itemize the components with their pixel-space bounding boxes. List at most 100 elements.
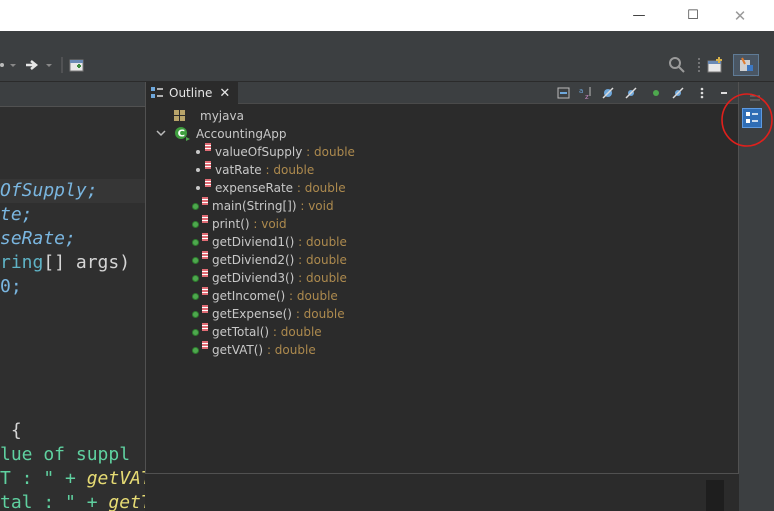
code-line: { [0, 419, 22, 443]
static-overlay-icon [205, 179, 211, 187]
member-name: getExpense() [212, 307, 292, 321]
search-icon[interactable] [668, 56, 686, 74]
static-overlay-icon [202, 233, 208, 241]
code-token: ring [0, 252, 44, 273]
tab-outline[interactable]: Outline ✕ [146, 82, 238, 104]
member-type: : void [249, 217, 287, 231]
code-token: 0; [0, 276, 22, 297]
field-row[interactable]: vatRate : double [194, 161, 314, 179]
package-name: myjava [200, 109, 244, 123]
method-row[interactable]: getTotal() : double [192, 323, 322, 341]
close-window-button[interactable]: ✕ [717, 0, 763, 31]
method-row[interactable]: getVAT() : double [192, 341, 316, 359]
hide-fields-icon[interactable] [600, 85, 616, 101]
toolbar-separator-dotted [697, 56, 701, 74]
member-name: getDiviend3() [212, 271, 295, 285]
code-line: T : " + getVAT()); [0, 467, 145, 491]
static-overlay-icon [202, 287, 208, 295]
class-row[interactable]: C AccountingApp [156, 125, 286, 143]
code-token: OfSupply; [0, 180, 98, 201]
class-icon: C [174, 126, 192, 142]
code-line: lue of suppl [0, 443, 130, 467]
member-type: : double [294, 253, 347, 267]
method-icon [192, 256, 199, 264]
hide-non-public-icon[interactable] [648, 85, 664, 101]
static-overlay-icon [202, 269, 208, 277]
method-row[interactable]: getDiviend1() : double [192, 233, 347, 251]
code-token: { [0, 420, 22, 441]
toolbar-dropdown-icon[interactable] [0, 56, 20, 74]
new-window-icon[interactable] [68, 56, 86, 74]
open-perspective-icon[interactable] [706, 56, 724, 74]
member-name: getDiviend2() [212, 253, 295, 267]
code-line: te; [0, 203, 33, 227]
method-row[interactable]: getDiviend2() : double [192, 251, 347, 269]
member-name: valueOfSupply [215, 145, 303, 159]
package-declaration-row[interactable]: myjava [174, 107, 244, 125]
menu-strip [0, 31, 774, 48]
method-icon [192, 328, 199, 336]
method-row[interactable]: getIncome() : double [192, 287, 338, 305]
maximize-button[interactable]: ☐ [670, 0, 716, 31]
method-row[interactable]: getDiviend3() : double [192, 269, 347, 287]
code-token: tal : " + [0, 492, 109, 511]
code-line: tal : " + getTotal()); [0, 491, 145, 511]
scrollbar[interactable] [706, 480, 724, 511]
static-overlay-icon [205, 143, 211, 151]
outline-icon [150, 86, 164, 100]
chevron-down-icon[interactable] [156, 128, 168, 141]
view-menu-icon[interactable] [694, 85, 710, 101]
code-token: getTotal()); [108, 492, 145, 511]
sort-icon[interactable]: az [578, 85, 594, 101]
member-name: print() [212, 217, 250, 231]
field-icon [196, 168, 200, 172]
main-toolbar [0, 48, 774, 82]
method-row[interactable]: print() : void [192, 215, 287, 233]
member-name: getVAT() [212, 343, 264, 357]
member-name: getIncome() [212, 289, 286, 303]
static-overlay-icon [202, 323, 208, 331]
minimize-button[interactable]: — [616, 0, 662, 31]
method-icon [192, 238, 199, 246]
forward-history-dropdown-icon[interactable] [44, 56, 54, 74]
java-perspective-button[interactable] [733, 54, 759, 76]
class-name: AccountingApp [196, 127, 287, 141]
outline-view-header: Outline ✕ az [146, 82, 738, 104]
window-title-bar: — ☐ ✕ [0, 0, 774, 31]
outline-tab-label: Outline [169, 86, 213, 100]
hide-static-icon[interactable] [623, 85, 639, 101]
field-row[interactable]: valueOfSupply : double [194, 143, 355, 161]
member-name: getDiviend1() [212, 235, 295, 249]
member-type: : double [292, 307, 345, 321]
method-icon [192, 274, 199, 282]
svg-text:C: C [178, 129, 185, 140]
member-name: main(String[]) [212, 199, 297, 213]
forward-arrow-icon[interactable] [24, 56, 40, 74]
collapse-all-icon[interactable] [556, 85, 572, 101]
member-type: : double [294, 235, 347, 249]
method-icon [192, 202, 199, 210]
field-row[interactable]: expenseRate : double [194, 179, 346, 197]
static-overlay-icon [202, 251, 208, 259]
code-line: 0; [0, 275, 22, 299]
method-icon [192, 310, 199, 318]
member-type: : double [302, 145, 355, 159]
code-token: lue of suppl [0, 444, 131, 465]
hide-local-types-icon[interactable] [670, 85, 686, 101]
member-type: : double [285, 289, 338, 303]
code-editor[interactable]: OfSupply; te; seRate; ring[] args) 0; { … [0, 82, 145, 511]
toolbar-separator [60, 56, 64, 74]
code-line: ring[] args) [0, 251, 130, 275]
close-icon[interactable]: ✕ [219, 86, 230, 101]
editor-bottom-area [145, 474, 739, 511]
editor-tab-bar [0, 82, 145, 107]
method-row[interactable]: main(String[]) : void [192, 197, 334, 215]
member-type: : void [296, 199, 334, 213]
method-row[interactable]: getExpense() : double [192, 305, 345, 323]
member-name: expenseRate [215, 181, 294, 195]
method-icon [192, 220, 199, 228]
code-token: [] args) [43, 252, 131, 273]
code-line: seRate; [0, 227, 76, 251]
code-token: getVAT()); [86, 468, 145, 489]
svg-text:z: z [585, 93, 589, 100]
